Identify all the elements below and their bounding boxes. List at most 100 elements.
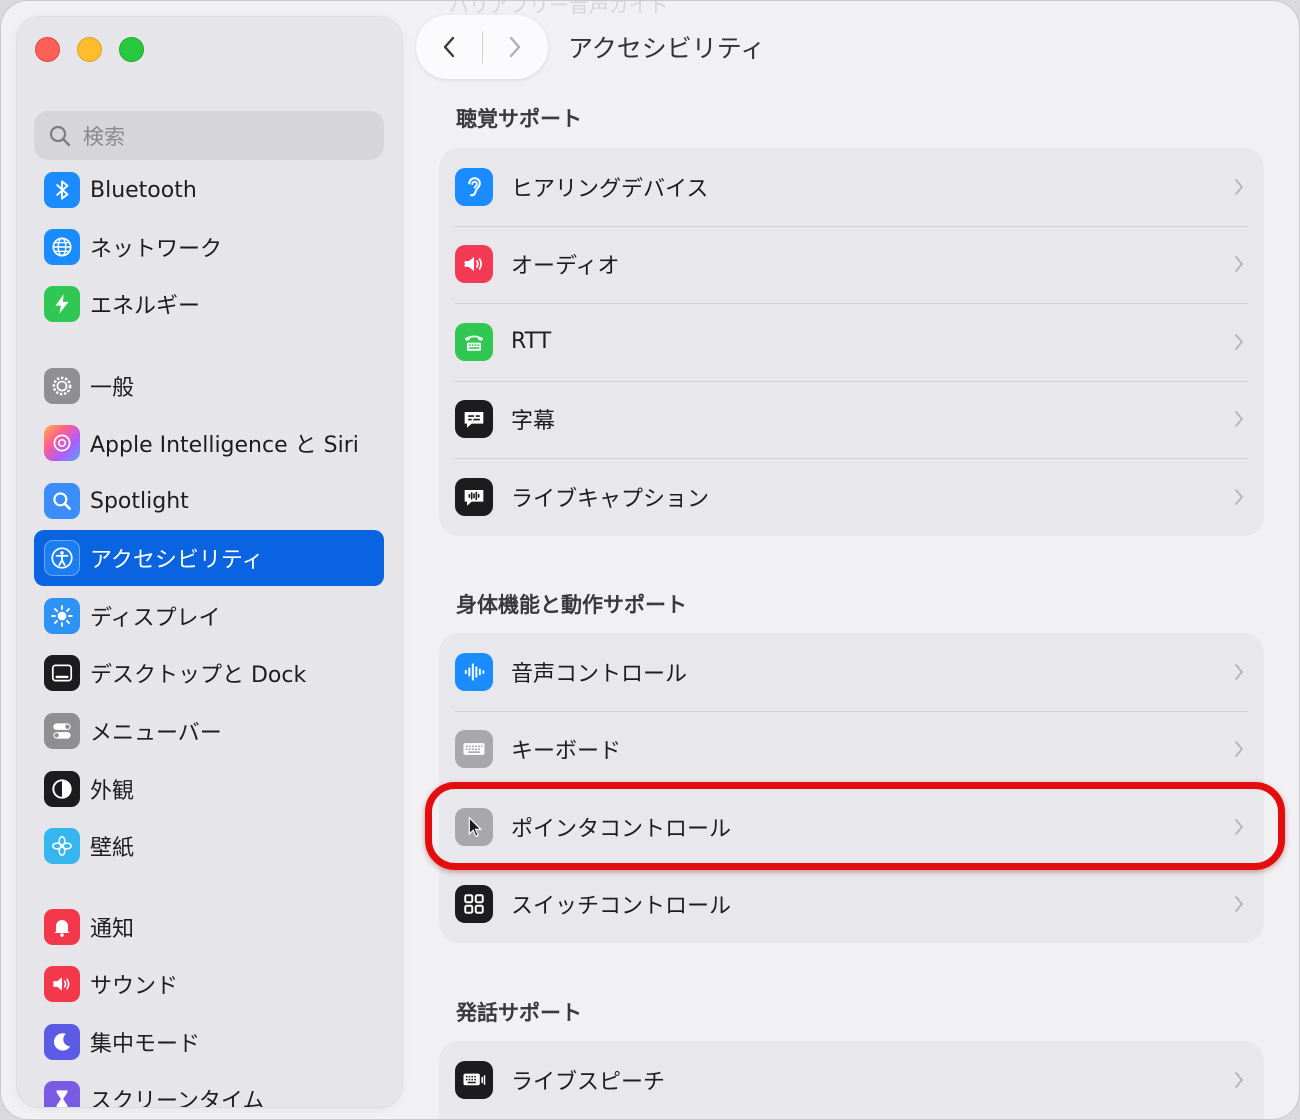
sidebar-item-label: エネルギー: [90, 294, 201, 319]
zoom-button[interactable]: [119, 37, 144, 62]
row-label: ライブキャプション: [511, 486, 710, 512]
sidebar-item-label: アクセシビリティ: [90, 548, 264, 573]
pointer-icon: [455, 807, 493, 846]
live-speech-icon: [455, 1060, 493, 1099]
search-placeholder: 検索: [83, 124, 125, 149]
sun-icon: [44, 598, 80, 634]
chevron-right-icon: [1235, 178, 1243, 195]
sidebar-item-accessibility[interactable]: アクセシビリティ: [34, 530, 384, 586]
sidebar-item-label: メニューバー: [90, 721, 222, 746]
sidebar-item-label: Apple Intelligence と Siri: [90, 433, 359, 458]
bluetooth-icon: [44, 172, 80, 208]
sidebar-item-display[interactable]: ディスプレイ: [34, 588, 384, 644]
flower-icon: [44, 828, 80, 864]
row-keyboard[interactable]: キーボード: [439, 710, 1264, 789]
dock-icon: [44, 655, 80, 691]
chevron-right-icon: [1235, 411, 1243, 428]
sidebar-item-energy[interactable]: エネルギー: [34, 276, 384, 332]
row-label: 音声コントロール: [511, 661, 688, 687]
chevron-right-icon: [1235, 663, 1243, 680]
sidebar-item-label: 通知: [90, 917, 135, 942]
row-label: ポインタコントロール: [511, 816, 732, 842]
chevron-left-icon: [443, 36, 454, 58]
row-label: RTT: [511, 329, 552, 355]
nav-buttons: [416, 15, 548, 79]
row-label: キーボード: [511, 739, 622, 765]
settings-window: バリアフリー音声ガイド 検索 Bluetooth ネットワーク エネルギー 一般…: [0, 0, 1300, 1120]
accessibility-icon: [44, 540, 80, 576]
sidebar-item-appearance[interactable]: 外観: [34, 761, 384, 817]
section-title-speech: 発話サポート: [456, 1001, 582, 1025]
row-audio[interactable]: オーディオ: [439, 225, 1264, 304]
row-live-speech[interactable]: ライブスピーチ: [439, 1041, 1264, 1119]
sidebar-item-desktop-dock[interactable]: デスクトップと Dock: [34, 645, 384, 701]
apple-intelligence-icon: [44, 425, 80, 461]
row-rtt[interactable]: RTT: [439, 303, 1264, 381]
search-input[interactable]: 検索: [34, 111, 384, 160]
sidebar-item-label: Bluetooth: [90, 177, 197, 203]
sidebar-item-spotlight[interactable]: Spotlight: [34, 473, 384, 529]
row-label: スイッチコントロール: [511, 894, 732, 920]
sidebar-item-apple-intelligence-siri[interactable]: Apple Intelligence と Siri: [34, 415, 384, 471]
hourglass-icon: [44, 1081, 80, 1107]
sidebar-item-label: デスクトップと Dock: [90, 663, 307, 688]
chevron-right-icon: [1235, 896, 1243, 913]
page-title: アクセシビリティ: [568, 34, 766, 63]
row-captions[interactable]: 字幕: [439, 380, 1264, 459]
sidebar-item-screen-time[interactable]: スクリーンタイム: [34, 1071, 384, 1107]
speaker-icon: [44, 966, 80, 1002]
sidebar-item-general[interactable]: 一般: [34, 358, 384, 414]
row-label: ヒアリングデバイス: [511, 176, 709, 202]
gear-icon: [44, 368, 80, 404]
speaker-icon: [455, 245, 493, 284]
row-label: 字幕: [511, 409, 556, 435]
captions-icon: [455, 400, 493, 439]
appearance-icon: [44, 771, 80, 807]
ear-icon: [455, 167, 493, 206]
sidebar-item-notifications[interactable]: 通知: [34, 899, 384, 955]
group-hearing: ヒアリングデバイス オーディオ RTT 字幕 ライブキャプション: [439, 148, 1264, 536]
sidebar-item-label: Spotlight: [90, 488, 189, 514]
chevron-right-icon: [1235, 1071, 1243, 1088]
sidebar-item-label: 集中モード: [90, 1032, 201, 1057]
chevron-right-icon: [1235, 256, 1243, 273]
sidebar-item-label: 壁紙: [90, 836, 135, 861]
sidebar-item-bluetooth[interactable]: Bluetooth: [34, 162, 384, 218]
row-voice-control[interactable]: 音声コントロール: [439, 633, 1264, 711]
toggle-icon: [44, 713, 80, 749]
chevron-right-icon: [1235, 741, 1243, 758]
bolt-icon: [44, 286, 80, 322]
group-motor: 音声コントロール キーボード ポインタコントロール スイッチコントロール: [439, 633, 1264, 943]
row-hearing-devices[interactable]: ヒアリングデバイス: [439, 148, 1264, 226]
bell-icon: [44, 909, 80, 945]
row-label: オーディオ: [511, 254, 620, 280]
group-speech: ライブスピーチ: [439, 1041, 1264, 1119]
globe-icon: [44, 229, 80, 265]
sidebar: 検索 Bluetooth ネットワーク エネルギー 一般 Apple Intel…: [17, 17, 402, 1107]
switch-grid-icon: [455, 885, 493, 924]
minimize-button[interactable]: [77, 37, 102, 62]
row-pointer-control[interactable]: ポインタコントロール: [439, 788, 1264, 866]
sidebar-item-focus[interactable]: 集中モード: [34, 1014, 384, 1070]
live-captions-icon: [455, 477, 493, 516]
waveform-icon: [455, 652, 493, 691]
row-switch-control[interactable]: スイッチコントロール: [439, 865, 1264, 944]
sidebar-item-label: スクリーンタイム: [90, 1089, 265, 1107]
sidebar-item-network[interactable]: ネットワーク: [34, 219, 384, 275]
sidebar-item-sound[interactable]: サウンド: [34, 956, 384, 1012]
row-live-captions[interactable]: ライブキャプション: [439, 458, 1264, 536]
row-label: ライブスピーチ: [511, 1069, 666, 1095]
sidebar-item-label: ネットワーク: [90, 237, 223, 262]
magnifier-icon: [44, 483, 80, 519]
sidebar-item-label: ディスプレイ: [90, 606, 221, 631]
forward-button[interactable]: [483, 15, 549, 79]
sidebar-item-wallpaper[interactable]: 壁紙: [34, 818, 384, 874]
chevron-right-icon: [1235, 488, 1243, 505]
sidebar-item-label: 一般: [90, 376, 135, 401]
section-title-hearing: 聴覚サポート: [456, 107, 582, 131]
chevron-right-icon: [1235, 333, 1243, 350]
sidebar-item-label: 外観: [90, 779, 135, 804]
close-button[interactable]: [35, 37, 60, 62]
sidebar-item-menu-bar[interactable]: メニューバー: [34, 703, 384, 759]
back-button[interactable]: [416, 15, 482, 79]
